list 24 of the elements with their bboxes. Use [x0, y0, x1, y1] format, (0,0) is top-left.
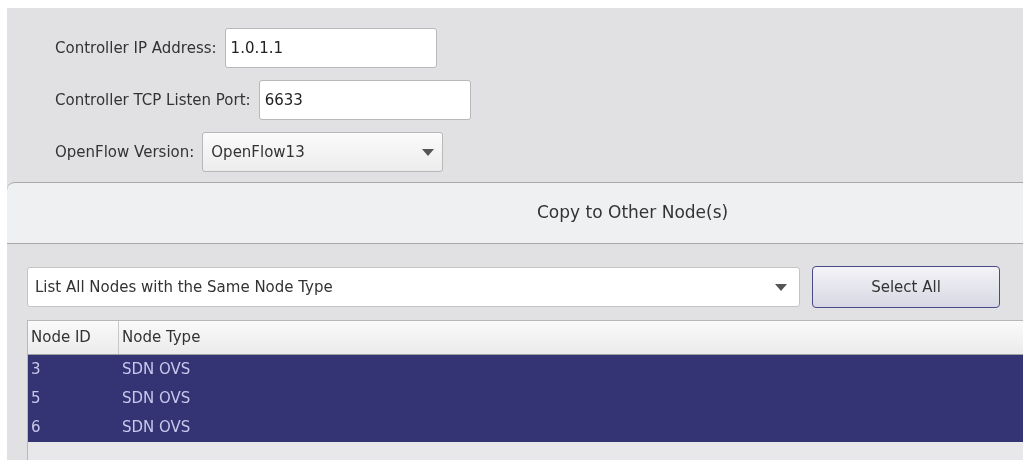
dropdown-value: OpenFlow13: [211, 141, 305, 163]
field-label: Controller IP Address:: [55, 37, 217, 59]
input-field[interactable]: 6633: [258, 80, 471, 120]
table-cell-text: SDN OVS: [121, 359, 192, 381]
table-row[interactable]: 6 SDN OVS: [28, 413, 1023, 442]
table-cell-text: SDN OVS: [121, 417, 192, 439]
select-all-button[interactable]: Select All: [812, 266, 1000, 308]
table-cell-text: 5: [30, 388, 42, 410]
input-field[interactable]: 1.0.1.1: [224, 28, 437, 68]
table-cell-text: SDN OVS: [121, 388, 192, 410]
caret-icon: [775, 283, 787, 291]
table-row[interactable]: 5 SDN OVS: [28, 384, 1023, 413]
dropdown-value: List All Nodes with the Same Node Type: [35, 276, 333, 298]
panel-title: Copy to Other Node(s): [537, 201, 729, 225]
field-label: Controller TCP Listen Port:: [55, 89, 251, 111]
caret-icon: [422, 148, 435, 156]
table-row[interactable]: 3 SDN OVS: [28, 355, 1023, 384]
version-dropdown[interactable]: OpenFlow13: [202, 132, 444, 172]
column-header[interactable]: Node Type: [119, 321, 1023, 354]
column-header[interactable]: Node ID: [28, 321, 119, 354]
table-cell-text: 3: [30, 359, 42, 381]
filter-dropdown[interactable]: List All Nodes with the Same Node Type: [27, 267, 800, 307]
table-cell-text: 6: [30, 417, 42, 439]
field-label: OpenFlow Version:: [55, 141, 195, 163]
